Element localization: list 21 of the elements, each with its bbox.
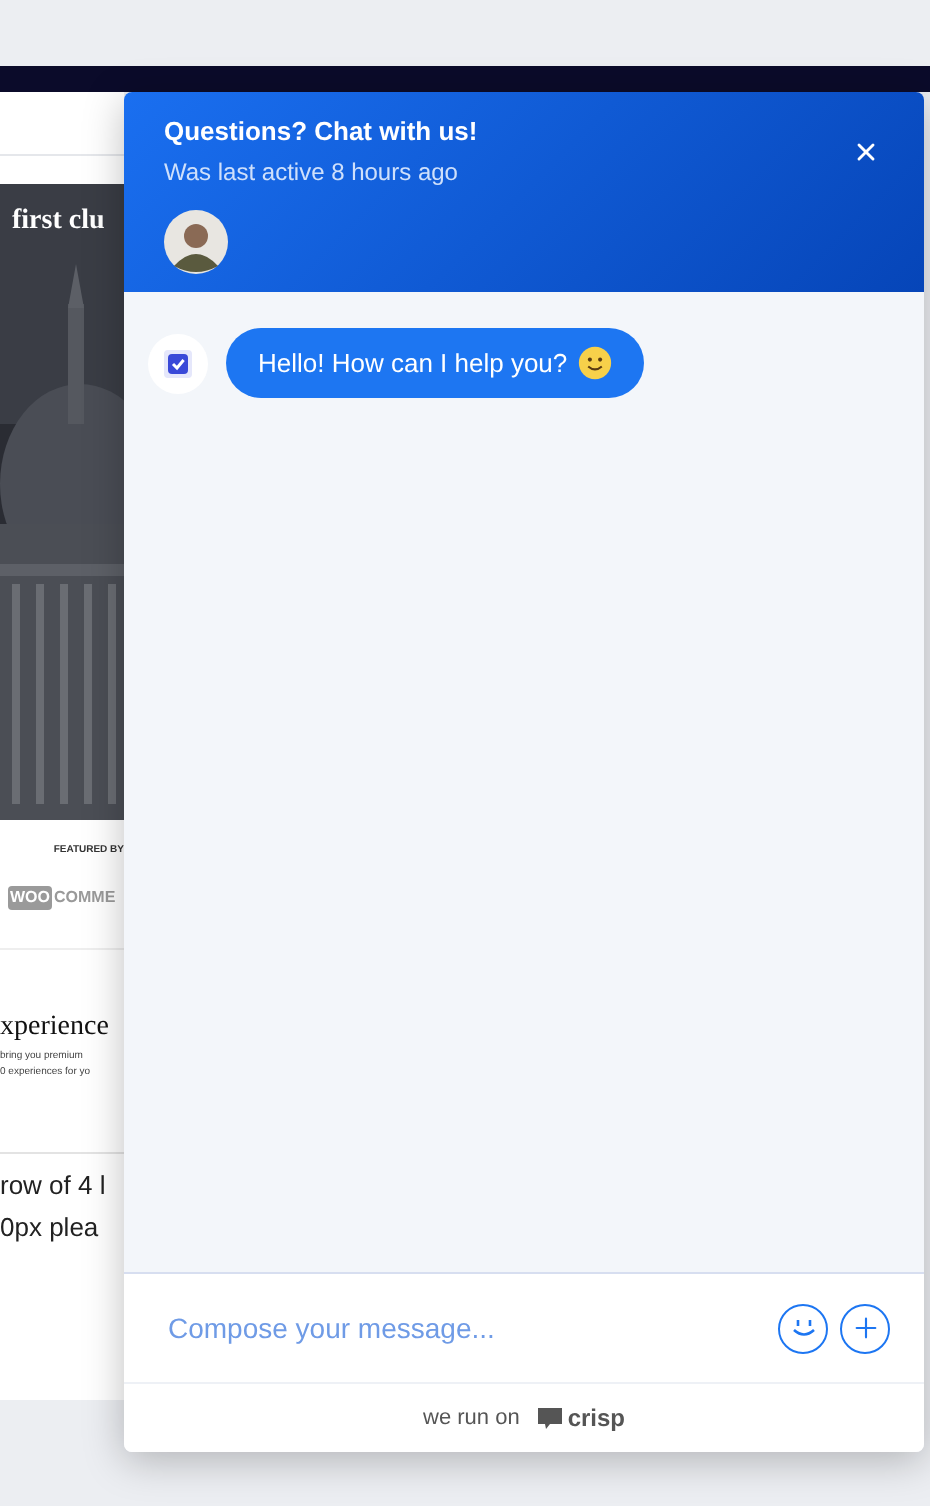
page-text: row of 4 l	[0, 1167, 108, 1203]
page-text: 0px plea	[0, 1210, 101, 1246]
footer-text: we run on	[423, 1403, 520, 1434]
page-heading: first clu	[12, 204, 105, 240]
logo-mark: WOO	[8, 885, 52, 909]
message-input[interactable]: Compose your message...	[168, 1298, 778, 1358]
brand-link[interactable]: crisp	[567, 1400, 625, 1436]
chat-title: Questions? Chat with us!	[164, 114, 480, 150]
chat-subtitle: Was last active 8 hours ago	[164, 156, 460, 190]
logo-word: COMME	[54, 885, 116, 909]
composer-bar[interactable]: Compose your message...	[124, 1272, 924, 1382]
smiling-face-icon	[577, 346, 612, 380]
speech-bubble-icon	[535, 1406, 564, 1430]
emoji-button[interactable]	[778, 1303, 828, 1353]
smiling-face-icon	[791, 1318, 815, 1338]
close-icon	[852, 138, 880, 166]
avatar	[164, 210, 228, 274]
operator-badge-icon	[148, 333, 208, 393]
message-text: Hello! How can I help you?	[258, 345, 568, 382]
attach-button[interactable]	[840, 1303, 890, 1353]
section-headline: xperience	[0, 1009, 111, 1045]
